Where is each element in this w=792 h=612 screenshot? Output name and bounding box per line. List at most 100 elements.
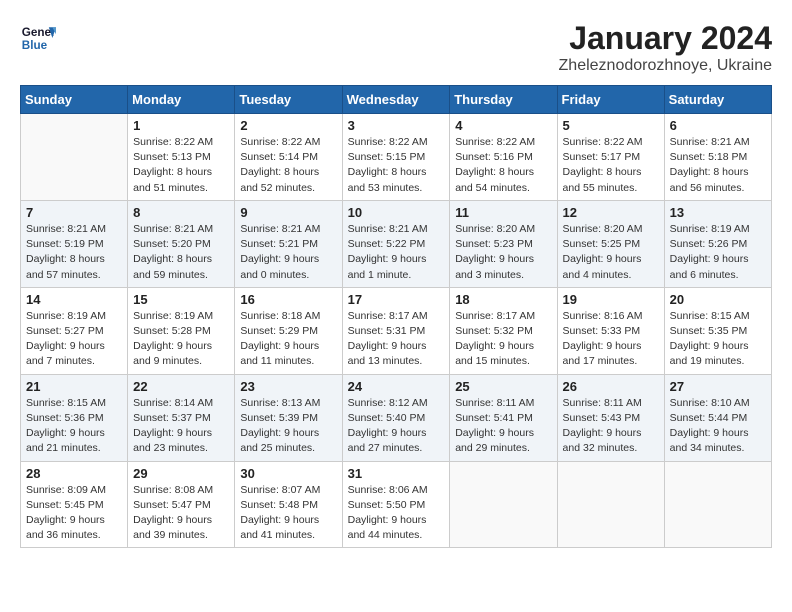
day-info: Sunrise: 8:15 AM Sunset: 5:35 PM Dayligh…	[670, 309, 766, 370]
weekday-header-friday: Friday	[557, 86, 664, 114]
day-number: 7	[26, 205, 122, 220]
day-info: Sunrise: 8:06 AM Sunset: 5:50 PM Dayligh…	[348, 483, 445, 544]
day-number: 16	[240, 292, 336, 307]
week-row-3: 14 Sunrise: 8:19 AM Sunset: 5:27 PM Dayli…	[21, 287, 772, 374]
day-number: 25	[455, 379, 551, 394]
day-info: Sunrise: 8:10 AM Sunset: 5:44 PM Dayligh…	[670, 396, 766, 457]
day-info: Sunrise: 8:08 AM Sunset: 5:47 PM Dayligh…	[133, 483, 229, 544]
day-number: 5	[563, 118, 659, 133]
calendar-cell: 9 Sunrise: 8:21 AM Sunset: 5:21 PM Daylig…	[235, 200, 342, 287]
day-info: Sunrise: 8:22 AM Sunset: 5:16 PM Dayligh…	[455, 135, 551, 196]
day-number: 14	[26, 292, 122, 307]
week-row-1: 1 Sunrise: 8:22 AM Sunset: 5:13 PM Daylig…	[21, 114, 772, 201]
weekday-header-thursday: Thursday	[450, 86, 557, 114]
calendar-cell: 18Sunrise: 8:17 AM Sunset: 5:32 PM Dayli…	[450, 287, 557, 374]
calendar-cell	[450, 461, 557, 548]
weekday-header-tuesday: Tuesday	[235, 86, 342, 114]
calendar-cell	[664, 461, 771, 548]
day-number: 21	[26, 379, 122, 394]
calendar-cell: 4 Sunrise: 8:22 AM Sunset: 5:16 PM Daylig…	[450, 114, 557, 201]
calendar-cell: 13 Sunrise: 8:19 AM Sunset: 5:26 PM Dayli…	[664, 200, 771, 287]
day-number: 26	[563, 379, 659, 394]
day-info: Sunrise: 8:19 AM Sunset: 5:28 PM Dayligh…	[133, 309, 229, 370]
day-info: Sunrise: 8:17 AM Sunset: 5:32 PM Dayligh…	[455, 309, 551, 370]
day-info: Sunrise: 8:21 AM Sunset: 5:21 PM Dayligh…	[240, 222, 336, 283]
day-info: Sunrise: 8:19 AM Sunset: 5:27 PM Dayligh…	[26, 309, 122, 370]
calendar-cell: 25 Sunrise: 8:11 AM Sunset: 5:41 PM Dayli…	[450, 374, 557, 461]
calendar-cell: 11 Sunrise: 8:20 AM Sunset: 5:23 PM Dayli…	[450, 200, 557, 287]
day-number: 31	[348, 466, 445, 481]
weekday-header-monday: Monday	[128, 86, 235, 114]
week-row-5: 28Sunrise: 8:09 AM Sunset: 5:45 PM Dayli…	[21, 461, 772, 548]
calendar-cell: 19Sunrise: 8:16 AM Sunset: 5:33 PM Dayli…	[557, 287, 664, 374]
day-number: 30	[240, 466, 336, 481]
calendar-cell: 28Sunrise: 8:09 AM Sunset: 5:45 PM Dayli…	[21, 461, 128, 548]
title-area: January 2024 Zheleznodorozhnoye, Ukraine	[559, 20, 772, 75]
day-info: Sunrise: 8:20 AM Sunset: 5:25 PM Dayligh…	[563, 222, 659, 283]
day-number: 10	[348, 205, 445, 220]
svg-text:Blue: Blue	[22, 39, 48, 52]
day-info: Sunrise: 8:22 AM Sunset: 5:14 PM Dayligh…	[240, 135, 336, 196]
logo: General Blue	[20, 20, 56, 56]
day-info: Sunrise: 8:21 AM Sunset: 5:22 PM Dayligh…	[348, 222, 445, 283]
day-info: Sunrise: 8:21 AM Sunset: 5:18 PM Dayligh…	[670, 135, 766, 196]
calendar-cell: 14 Sunrise: 8:19 AM Sunset: 5:27 PM Dayli…	[21, 287, 128, 374]
weekday-header-sunday: Sunday	[21, 86, 128, 114]
day-number: 22	[133, 379, 229, 394]
week-row-4: 21 Sunrise: 8:15 AM Sunset: 5:36 PM Dayli…	[21, 374, 772, 461]
day-info: Sunrise: 8:20 AM Sunset: 5:23 PM Dayligh…	[455, 222, 551, 283]
logo-icon: General Blue	[20, 20, 56, 56]
location-title: Zheleznodorozhnoye, Ukraine	[559, 57, 772, 75]
day-info: Sunrise: 8:12 AM Sunset: 5:40 PM Dayligh…	[348, 396, 445, 457]
day-info: Sunrise: 8:14 AM Sunset: 5:37 PM Dayligh…	[133, 396, 229, 457]
day-info: Sunrise: 8:18 AM Sunset: 5:29 PM Dayligh…	[240, 309, 336, 370]
calendar-cell	[557, 461, 664, 548]
day-info: Sunrise: 8:19 AM Sunset: 5:26 PM Dayligh…	[670, 222, 766, 283]
calendar-cell: 26Sunrise: 8:11 AM Sunset: 5:43 PM Dayli…	[557, 374, 664, 461]
day-number: 19	[563, 292, 659, 307]
day-info: Sunrise: 8:22 AM Sunset: 5:15 PM Dayligh…	[348, 135, 445, 196]
calendar-cell: 5 Sunrise: 8:22 AM Sunset: 5:17 PM Daylig…	[557, 114, 664, 201]
calendar-cell: 20Sunrise: 8:15 AM Sunset: 5:35 PM Dayli…	[664, 287, 771, 374]
calendar-cell: 16 Sunrise: 8:18 AM Sunset: 5:29 PM Dayli…	[235, 287, 342, 374]
calendar-cell: 7 Sunrise: 8:21 AM Sunset: 5:19 PM Daylig…	[21, 200, 128, 287]
calendar-cell: 31 Sunrise: 8:06 AM Sunset: 5:50 PM Dayli…	[342, 461, 450, 548]
calendar-cell: 24 Sunrise: 8:12 AM Sunset: 5:40 PM Dayli…	[342, 374, 450, 461]
calendar-cell: 6Sunrise: 8:21 AM Sunset: 5:18 PM Daylig…	[664, 114, 771, 201]
calendar-table: SundayMondayTuesdayWednesdayThursdayFrid…	[20, 85, 772, 548]
day-number: 27	[670, 379, 766, 394]
day-number: 1	[133, 118, 229, 133]
calendar-cell: 30Sunrise: 8:07 AM Sunset: 5:48 PM Dayli…	[235, 461, 342, 548]
day-number: 24	[348, 379, 445, 394]
calendar-cell: 27 Sunrise: 8:10 AM Sunset: 5:44 PM Dayli…	[664, 374, 771, 461]
calendar-cell: 29Sunrise: 8:08 AM Sunset: 5:47 PM Dayli…	[128, 461, 235, 548]
day-info: Sunrise: 8:17 AM Sunset: 5:31 PM Dayligh…	[348, 309, 445, 370]
calendar-cell: 3 Sunrise: 8:22 AM Sunset: 5:15 PM Daylig…	[342, 114, 450, 201]
calendar-cell: 17 Sunrise: 8:17 AM Sunset: 5:31 PM Dayli…	[342, 287, 450, 374]
day-info: Sunrise: 8:15 AM Sunset: 5:36 PM Dayligh…	[26, 396, 122, 457]
day-info: Sunrise: 8:11 AM Sunset: 5:41 PM Dayligh…	[455, 396, 551, 457]
month-title: January 2024	[559, 20, 772, 57]
day-info: Sunrise: 8:21 AM Sunset: 5:19 PM Dayligh…	[26, 222, 122, 283]
day-number: 13	[670, 205, 766, 220]
weekday-header-saturday: Saturday	[664, 86, 771, 114]
day-number: 4	[455, 118, 551, 133]
calendar-cell: 10 Sunrise: 8:21 AM Sunset: 5:22 PM Dayli…	[342, 200, 450, 287]
day-number: 9	[240, 205, 336, 220]
calendar-cell: 1 Sunrise: 8:22 AM Sunset: 5:13 PM Daylig…	[128, 114, 235, 201]
day-number: 11	[455, 205, 551, 220]
day-info: Sunrise: 8:13 AM Sunset: 5:39 PM Dayligh…	[240, 396, 336, 457]
day-number: 3	[348, 118, 445, 133]
day-info: Sunrise: 8:09 AM Sunset: 5:45 PM Dayligh…	[26, 483, 122, 544]
weekday-header-row: SundayMondayTuesdayWednesdayThursdayFrid…	[21, 86, 772, 114]
day-number: 17	[348, 292, 445, 307]
day-number: 15	[133, 292, 229, 307]
day-number: 2	[240, 118, 336, 133]
calendar-cell	[21, 114, 128, 201]
day-info: Sunrise: 8:22 AM Sunset: 5:17 PM Dayligh…	[563, 135, 659, 196]
calendar-cell: 12Sunrise: 8:20 AM Sunset: 5:25 PM Dayli…	[557, 200, 664, 287]
day-info: Sunrise: 8:21 AM Sunset: 5:20 PM Dayligh…	[133, 222, 229, 283]
page-header: General Blue January 2024 Zheleznodorozh…	[20, 20, 772, 75]
day-info: Sunrise: 8:22 AM Sunset: 5:13 PM Dayligh…	[133, 135, 229, 196]
week-row-2: 7 Sunrise: 8:21 AM Sunset: 5:19 PM Daylig…	[21, 200, 772, 287]
